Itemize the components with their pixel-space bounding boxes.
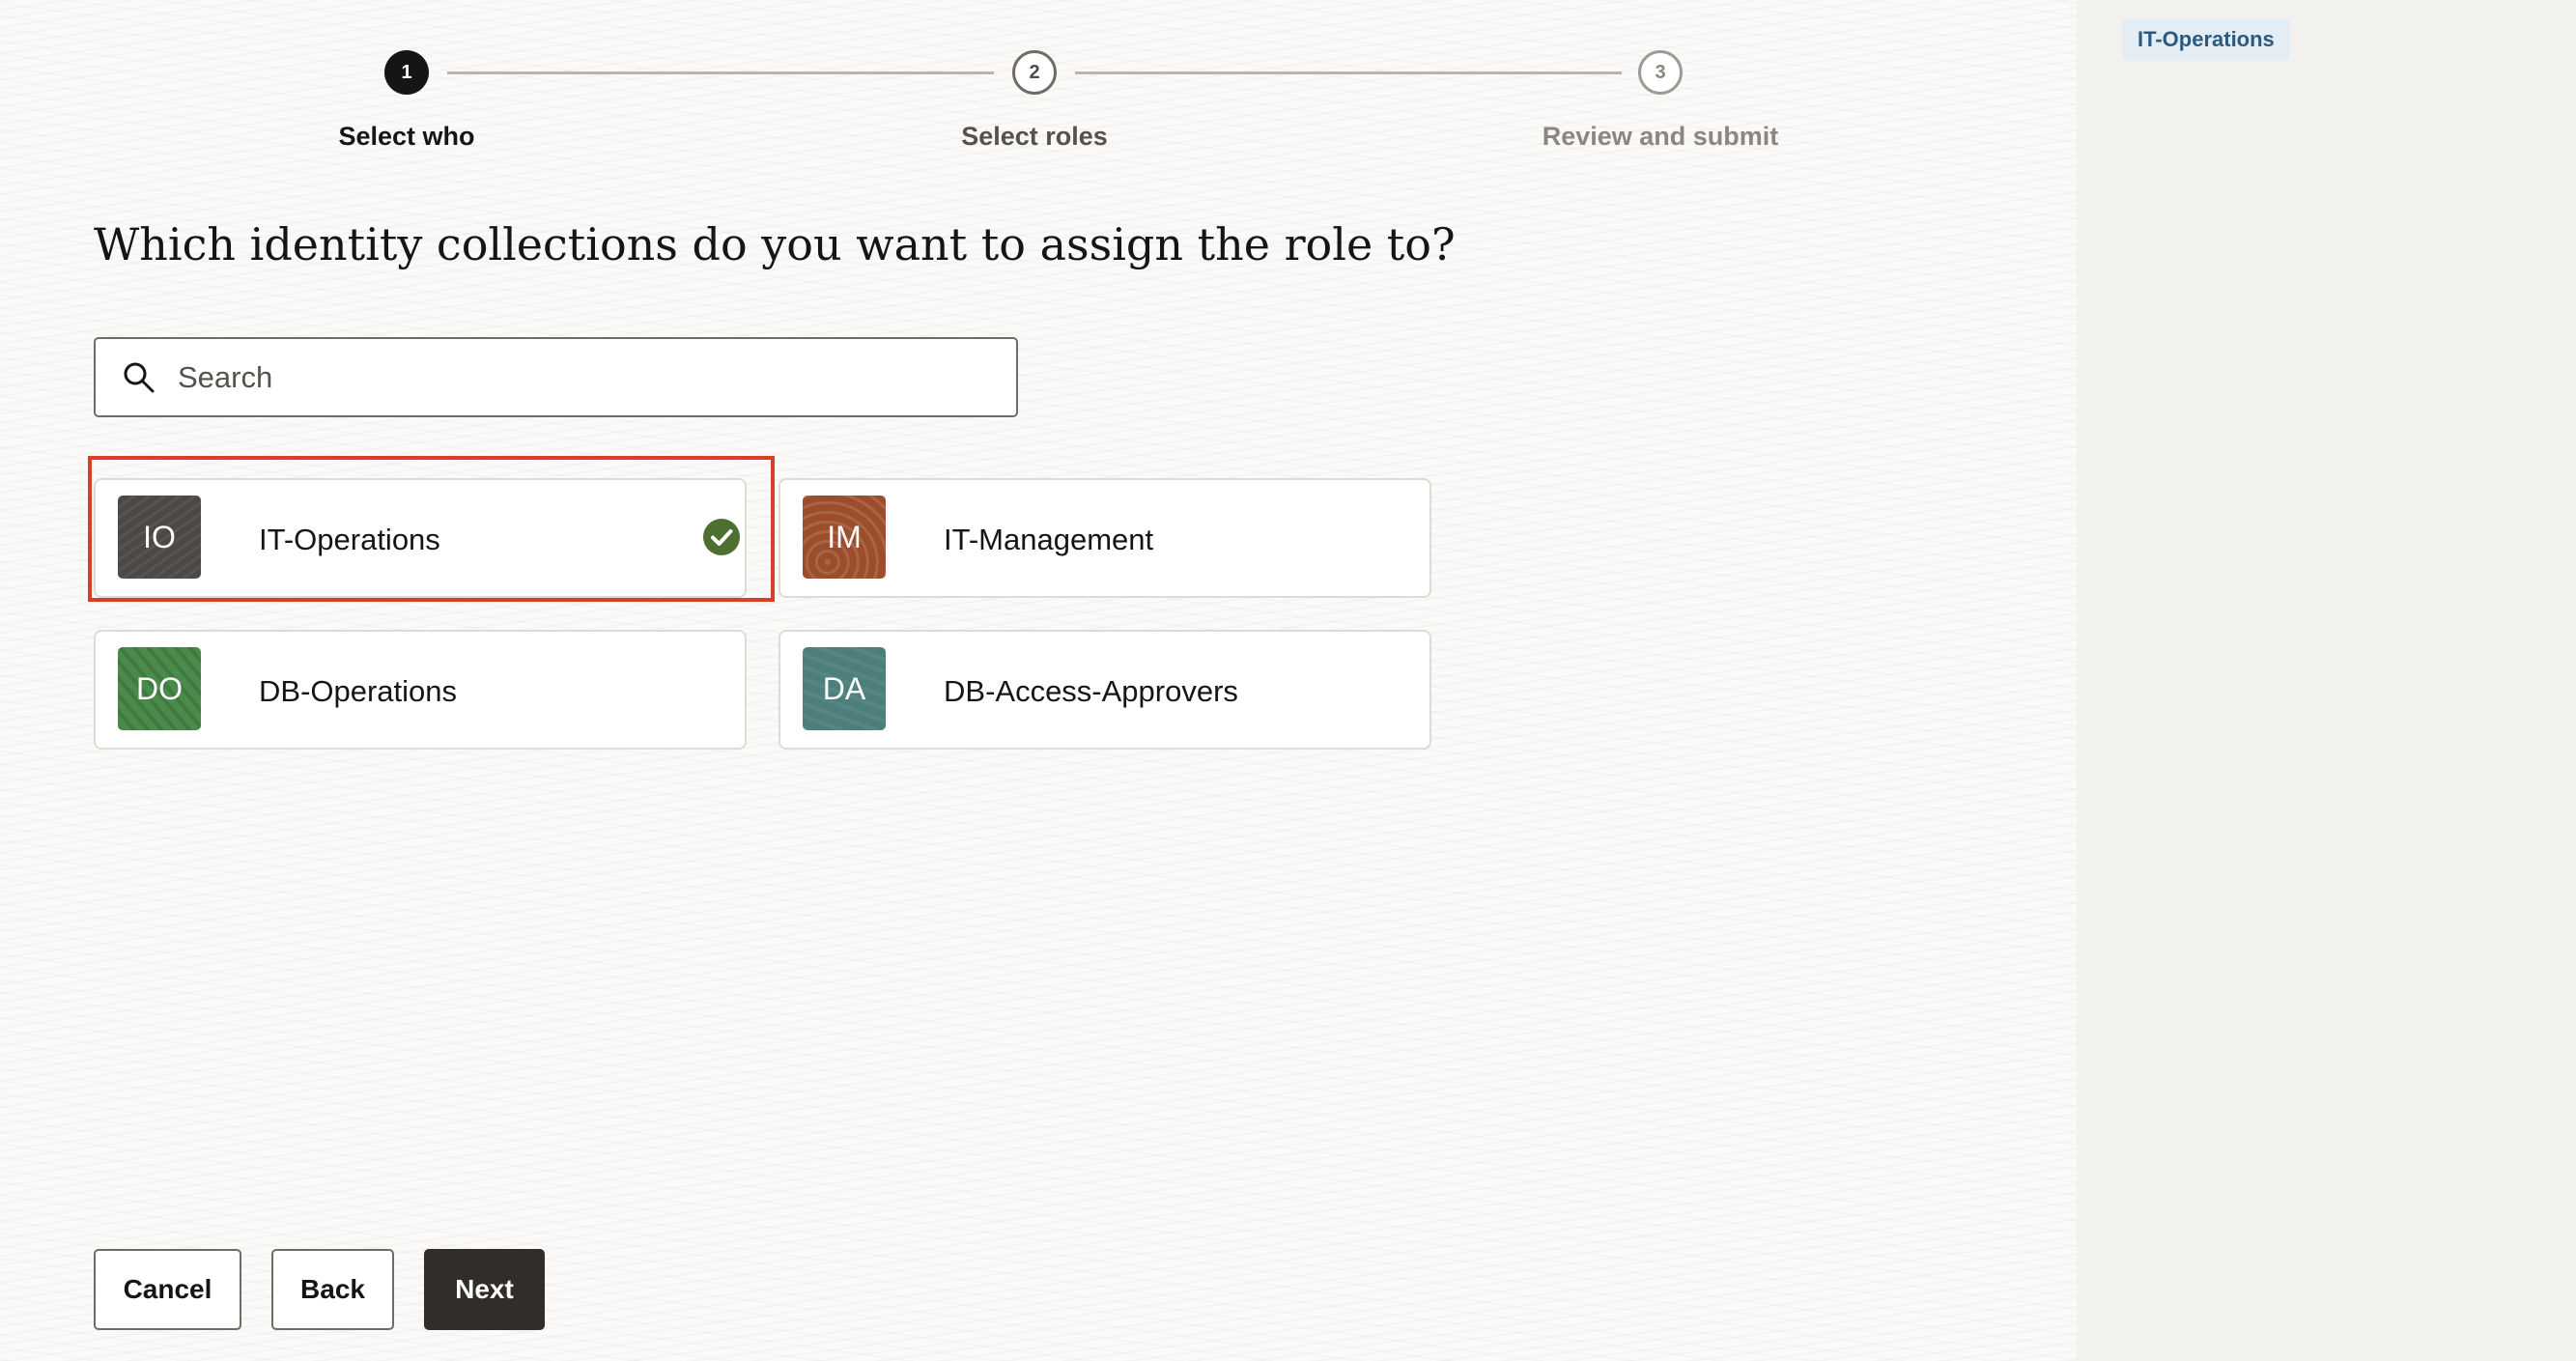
step-3-label: Review and submit [1542,122,1779,151]
step-3-number: 3 [1655,61,1666,83]
collection-name: IT-Operations [259,523,440,556]
step-3-indicator[interactable]: 3 [1638,50,1683,95]
step-connector-2-3 [1075,71,1622,74]
collection-name: DB-Access-Approvers [944,674,1238,708]
step-connector-1-2 [447,71,994,74]
avatar: DO [118,647,201,730]
search-input[interactable] [178,351,989,404]
check-circle-icon [703,519,740,555]
collection-card-db-operations[interactable]: DO DB-Operations [94,630,747,750]
collection-card-it-management[interactable]: IM IT-Management [778,478,1431,598]
collection-card-it-operations[interactable]: IO IT-Operations [94,478,747,598]
avatar: IM [803,496,886,579]
avatar-initials: DO [136,670,183,706]
page: 1 Select who 2 Select roles 3 Review and… [0,0,2576,1361]
back-button[interactable]: Back [271,1249,394,1330]
main-panel: 1 Select who 2 Select roles 3 Review and… [0,0,2077,1361]
avatar-initials: IM [827,519,862,554]
step-2-number: 2 [1029,61,1040,83]
avatar: DA [803,647,886,730]
selected-chip-it-operations[interactable]: IT-Operations [2122,18,2290,61]
avatar-initials: DA [822,670,866,706]
step-1-number: 1 [401,61,412,83]
avatar-initials: IO [143,519,176,554]
collection-name: DB-Operations [259,674,458,708]
next-button[interactable]: Next [424,1249,545,1330]
search-box[interactable] [94,337,1018,417]
collection-card-db-access-approvers[interactable]: DA DB-Access-Approvers [778,630,1431,750]
search-icon [124,362,155,393]
collection-name: IT-Management [944,523,1154,556]
step-1-indicator[interactable]: 1 [384,50,429,95]
selection-side-panel [2077,0,2576,1361]
step-2-indicator[interactable]: 2 [1012,50,1057,95]
avatar: IO [118,496,201,579]
cancel-button[interactable]: Cancel [94,1249,241,1330]
step-2-label: Select roles [961,122,1108,151]
step-1-label: Select who [338,122,475,151]
page-question: Which identity collections do you want t… [94,218,1456,270]
